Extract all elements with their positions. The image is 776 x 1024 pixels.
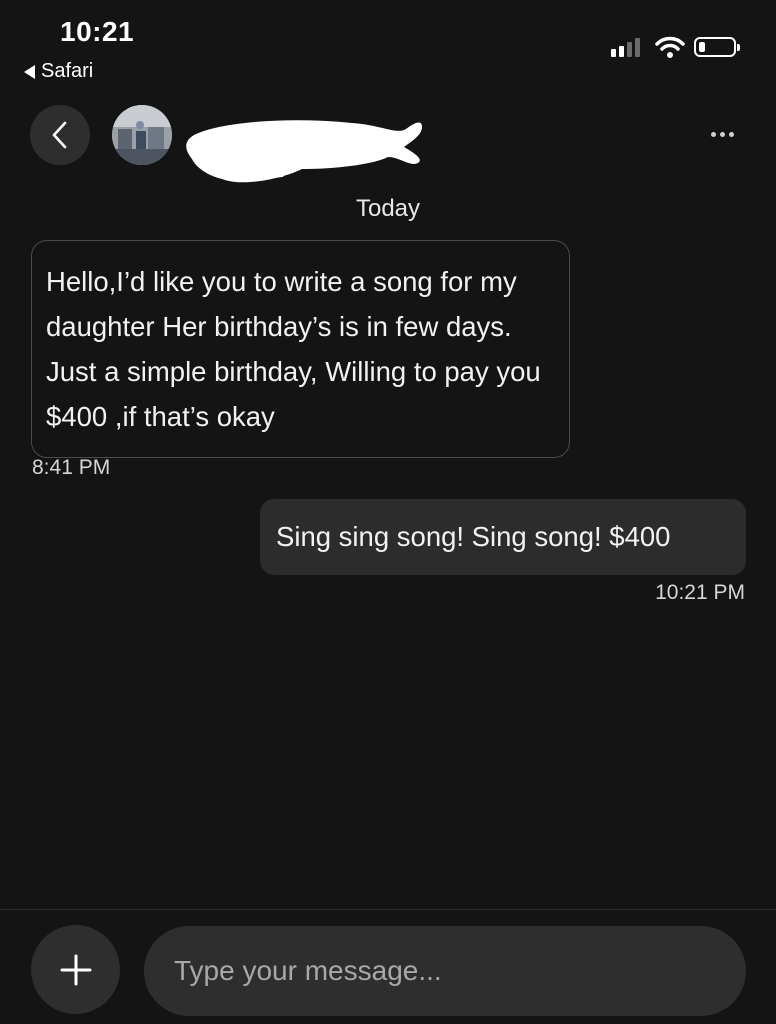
contact-avatar[interactable] bbox=[112, 105, 172, 165]
chat-header bbox=[0, 95, 776, 183]
outgoing-message-bubble: Sing sing song! Sing song! $400 bbox=[260, 499, 746, 575]
chevron-left-icon bbox=[52, 121, 67, 149]
add-attachment-button[interactable] bbox=[31, 925, 120, 1014]
battery-icon bbox=[694, 37, 740, 57]
cellular-signal-icon bbox=[611, 37, 640, 57]
more-dot bbox=[710, 131, 716, 137]
back-triangle-icon bbox=[24, 64, 35, 79]
incoming-message-bubble: Hello,I’d like you to write a song for m… bbox=[31, 240, 570, 458]
more-options-button[interactable] bbox=[700, 121, 744, 147]
back-to-app-link[interactable]: Safari bbox=[24, 60, 93, 83]
back-app-label: Safari bbox=[41, 60, 94, 82]
date-separator: Today bbox=[355, 195, 421, 222]
contact-name-redacted bbox=[182, 113, 427, 193]
incoming-message-time: 8:41 PM bbox=[32, 456, 111, 479]
wifi-icon bbox=[655, 36, 685, 63]
message-input[interactable] bbox=[144, 926, 746, 1016]
message-composer bbox=[0, 909, 776, 1024]
more-dot bbox=[728, 131, 734, 137]
plus-icon bbox=[60, 954, 91, 985]
more-dot bbox=[719, 131, 725, 137]
battery-level bbox=[699, 42, 705, 52]
chat-screen: 10:21 Safari Today Hello,I’d like you to… bbox=[0, 0, 776, 1024]
outgoing-message-time: 10:21 PM bbox=[655, 581, 745, 604]
status-time: 10:21 bbox=[60, 16, 135, 47]
back-button[interactable] bbox=[30, 105, 90, 165]
status-bar: 10:21 Safari bbox=[0, 0, 776, 95]
